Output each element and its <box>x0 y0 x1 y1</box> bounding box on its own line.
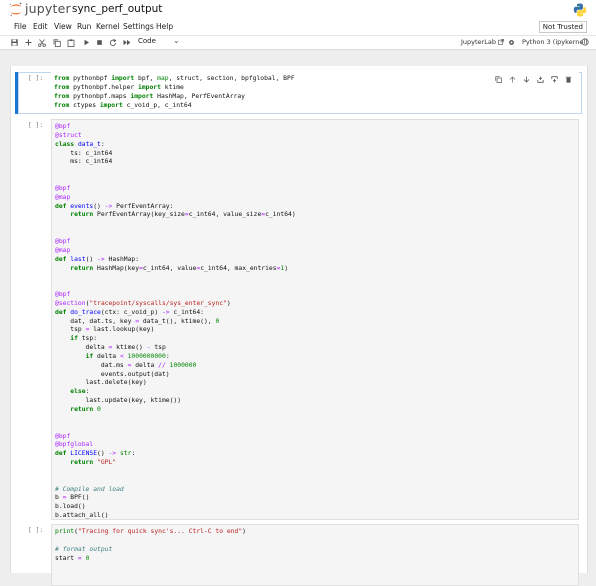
add-cell-icon[interactable] <box>23 37 33 48</box>
jupyterlab-link[interactable]: JupyterLab <box>461 38 504 46</box>
code-source[interactable]: print("Tracing for quick sync's... Ctrl-… <box>52 525 578 566</box>
cell-toolbar <box>494 75 573 85</box>
copy-icon[interactable] <box>52 37 62 48</box>
menu-file[interactable]: File <box>14 22 27 31</box>
notebook-toolbar: Code ⌄ JupyterLab Python 3 (ipykernel) <box>0 36 596 50</box>
kernel-status-icon <box>581 38 589 46</box>
insert-above-icon[interactable] <box>536 75 545 84</box>
cell-prompt: [ ]: <box>28 527 44 534</box>
run-icon[interactable] <box>81 37 91 48</box>
cell-type-select[interactable]: Code <box>138 37 156 45</box>
code-cell-3[interactable]: [ ]: print("Tracing for quick sync's... … <box>11 521 587 586</box>
code-editor[interactable]: print("Tracing for quick sync's... Ctrl-… <box>51 524 579 586</box>
menu-edit[interactable]: Edit <box>33 22 48 31</box>
jupyter-brand[interactable]: jupyter <box>25 1 71 16</box>
menu-settings[interactable]: Settings <box>123 22 154 31</box>
chevron-down-icon[interactable]: ⌄ <box>173 36 180 45</box>
python-kernel-icon <box>573 3 587 17</box>
notebook-title[interactable]: sync_perf_output <box>72 3 162 15</box>
notebook-panel: [ ]: from pythonbpf import bpf, map, str… <box>10 66 588 586</box>
stop-icon[interactable] <box>94 37 104 48</box>
trust-status-button[interactable]: Not Trusted <box>538 21 587 33</box>
save-icon[interactable] <box>9 37 19 48</box>
cut-icon[interactable] <box>37 37 47 48</box>
code-editor[interactable]: @bpf @struct class data_t: ts: c_int64 m… <box>51 119 579 520</box>
code-cell-2[interactable]: [ ]: @bpf @struct class data_t: ts: c_in… <box>11 116 587 521</box>
delete-cell-icon[interactable] <box>564 75 573 84</box>
menu-run[interactable]: Run <box>77 22 91 31</box>
move-down-icon[interactable] <box>522 75 531 84</box>
menu-view[interactable]: View <box>54 22 72 31</box>
restart-icon[interactable] <box>108 37 118 48</box>
move-up-icon[interactable] <box>508 75 517 84</box>
code-source[interactable]: @bpf @struct class data_t: ts: c_int64 m… <box>52 120 578 524</box>
jupyter-logo-icon[interactable] <box>9 2 23 17</box>
cell-prompt: [ ]: <box>28 75 44 82</box>
code-cell-1[interactable]: [ ]: from pythonbpf import bpf, map, str… <box>11 69 587 117</box>
external-link-icon <box>498 38 504 45</box>
menu-bar: File Edit View Run Kernel Settings Help … <box>0 20 596 36</box>
duplicate-cell-icon[interactable] <box>494 75 503 84</box>
menu-kernel[interactable]: Kernel <box>96 22 120 31</box>
settings-gear-icon[interactable] <box>508 39 515 46</box>
cell-prompt: [ ]: <box>28 122 44 129</box>
menu-help[interactable]: Help <box>156 22 173 31</box>
jupyterlab-link-label[interactable]: JupyterLab <box>461 38 496 46</box>
paste-icon[interactable] <box>66 37 76 48</box>
insert-below-icon[interactable] <box>550 75 559 84</box>
kernel-name[interactable]: Python 3 (ipykernel) <box>522 38 588 46</box>
top-bar: jupyter sync_perf_output <box>0 0 596 20</box>
run-all-icon[interactable] <box>122 37 132 48</box>
